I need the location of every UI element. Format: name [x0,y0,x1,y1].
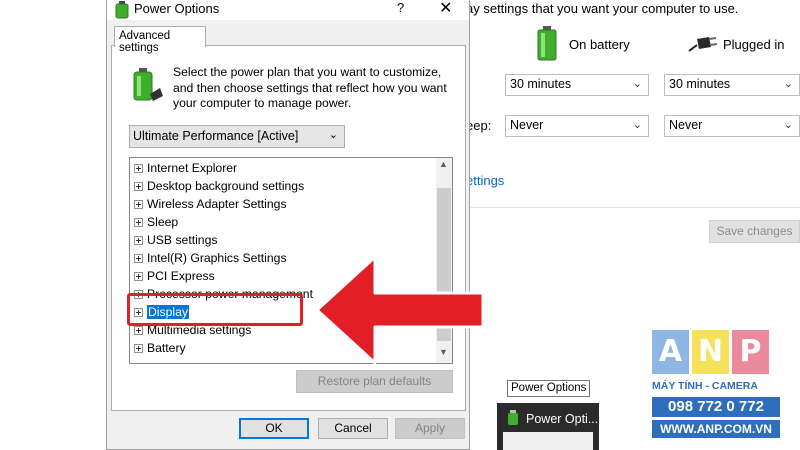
expand-icon[interactable] [134,272,143,281]
highlight-box [127,293,303,326]
taskbar-tooltip: Power Options [507,380,591,397]
save-changes-button[interactable]: Save changes [709,220,800,243]
tree-item-label: Sleep [147,215,179,229]
chevron-down-icon: ⌄ [783,119,793,131]
power-plan-select[interactable]: Ultimate Performance [Active] ⌄ [129,125,345,148]
expand-icon[interactable] [134,344,143,353]
tree-item-usb-settings[interactable]: USB settings [134,232,217,249]
tree-item-label: PCI Express [147,269,215,283]
tree-item-label: Desktop background settings [147,179,305,193]
select-value: Never [510,118,544,132]
thumbnail-preview [503,432,593,450]
expand-icon[interactable] [134,326,143,335]
expand-icon[interactable] [134,218,143,227]
logo-letter-p: P [732,330,769,374]
tree-item-label: Battery [147,341,186,355]
tree-item-intel-graphics[interactable]: Intel(R) Graphics Settings [134,250,287,267]
battery-icon [537,26,557,61]
logo-phone: 098 772 0 772 [652,397,780,417]
tree-item-label: Intel(R) Graphics Settings [147,251,287,265]
restore-plan-defaults-button[interactable]: Restore plan defaults [296,370,453,393]
power-options-dialog: Power Options ? ✕ Advanced settings Sele… [106,0,470,450]
plugged-display-off-select[interactable]: 30 minutes ⌄ [664,74,800,96]
chevron-down-icon: ⌄ [783,78,793,90]
select-value: 30 minutes [669,77,731,91]
expand-icon[interactable] [134,254,143,263]
battery-plug-icon [133,68,163,101]
tree-item-pci-express[interactable]: PCI Express [134,268,215,285]
battery-sleep-select[interactable]: Never ⌄ [505,115,649,137]
select-value: Never [669,118,703,132]
plan-description: Select the power plan that you want to c… [173,65,447,110]
tab-advanced-settings[interactable]: Advanced settings [114,26,206,54]
tree-item-label: USB settings [147,233,218,247]
logo-subtitle: MÁY TÍNH - CAMERA [652,380,758,392]
tree-item-label: Internet Explorer [147,161,238,175]
logo-website: WWW.ANP.COM.VN [652,420,780,438]
plug-icon [688,37,717,52]
on-battery-label: On battery [569,37,630,52]
expand-icon[interactable] [134,236,143,245]
apply-button[interactable]: Apply [395,418,465,439]
advanced-settings-link[interactable]: ettings [466,173,504,188]
tree-item-battery[interactable]: Battery [134,340,186,357]
divider [470,207,800,208]
tree-item-sleep[interactable]: Sleep [134,214,178,231]
select-value: 30 minutes [510,77,572,91]
close-button[interactable]: ✕ [439,0,452,18]
power-options-app-icon [115,1,129,19]
chevron-down-icon: ⌄ [632,78,642,90]
ok-button[interactable]: OK [239,418,309,439]
dialog-title: Power Options [134,1,220,16]
chevron-down-icon: ⌄ [328,129,338,141]
anp-logo: A N P MÁY TÍNH - CAMERA 098 772 0 772 WW… [652,330,800,450]
thumbnail-title: Power Opti... [526,412,599,426]
logo-letter-a: A [652,330,689,374]
expand-icon[interactable] [134,164,143,173]
select-value: Ultimate Performance [Active] [133,129,299,143]
plan-settings-instruction: ay settings that you want your computer … [466,1,739,16]
expand-icon[interactable] [134,182,143,191]
help-button[interactable]: ? [397,0,404,15]
expand-icon[interactable] [134,200,143,209]
taskbar-thumbnail[interactable]: Power Opti... [497,403,599,450]
title-bar: Power Options ? ✕ [107,0,469,20]
plugged-sleep-select[interactable]: Never ⌄ [664,115,800,137]
scroll-up-icon[interactable]: ▲ [439,159,448,169]
power-options-app-icon [508,410,518,425]
chevron-down-icon: ⌄ [632,119,642,131]
pointer-arrow-icon [315,255,485,365]
battery-display-off-select[interactable]: 30 minutes ⌄ [505,74,649,96]
plugged-in-label: Plugged in [723,37,785,52]
tree-item-desktop-background[interactable]: Desktop background settings [134,178,304,195]
logo-letter-n: N [692,330,729,374]
tree-item-wireless-adapter[interactable]: Wireless Adapter Settings [134,196,287,213]
tree-item-label: Wireless Adapter Settings [147,197,287,211]
cancel-button[interactable]: Cancel [318,418,388,439]
tree-item-internet-explorer[interactable]: Internet Explorer [134,160,237,177]
